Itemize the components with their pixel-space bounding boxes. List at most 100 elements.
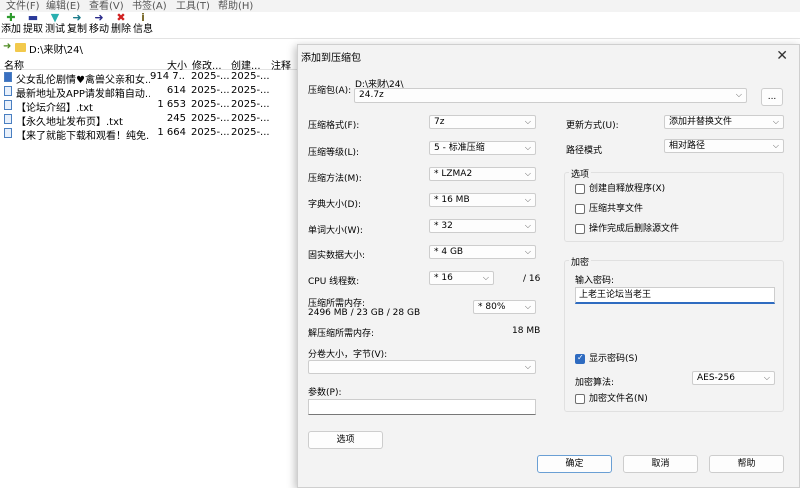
check-icon: ▼ [50, 11, 60, 24]
archive-name-combo[interactable]: 24.7z ⌵ [354, 88, 747, 103]
checkbox-box [575, 394, 585, 404]
chevron-down-icon: ⌵ [524, 195, 531, 204]
options-button[interactable]: 选项 [308, 431, 383, 449]
chevron-down-icon: ⌵ [524, 302, 531, 311]
chevron-down-icon: ⌵ [772, 141, 779, 150]
close-icon[interactable]: ✕ [776, 48, 788, 64]
method-select[interactable]: * LZMA2 ⌵ [429, 167, 536, 181]
create-sfx-label: 创建自释放程序(X) [589, 184, 666, 194]
parameters-input[interactable] [308, 399, 536, 415]
dictionary-size-select[interactable]: * 16 MB ⌵ [429, 193, 536, 207]
encryption-method-label: 加密算法: [575, 378, 615, 388]
memory-compress-value: 2496 MB / 23 GB / 28 GB [308, 308, 421, 318]
path-mode-select[interactable]: 相对路径 ⌵ [664, 139, 784, 153]
file-row[interactable]: 【永久地址发布页】.txt 245 2025-... 2025-... [0, 112, 300, 128]
memory-percent-select[interactable]: * 80% ⌵ [473, 300, 536, 314]
chevron-down-icon: ⌵ [735, 90, 742, 99]
delete-icon: ✖ [116, 11, 126, 24]
up-arrow-icon[interactable]: ➜ [3, 41, 11, 52]
chevron-down-icon: ⌵ [524, 362, 531, 371]
text-file-icon [4, 86, 12, 96]
encryption-method-select[interactable]: AES-256 ⌵ [692, 371, 775, 385]
password-input[interactable]: 上老王论坛当老王 [575, 287, 775, 304]
path-mode-value: 相对路径 [669, 141, 706, 151]
options-group-title: 选项 [569, 167, 592, 180]
file-size: 614 [166, 85, 186, 96]
text-file-icon [4, 114, 12, 124]
solid-block-value: * 4 GB [434, 247, 464, 257]
browse-button[interactable]: ... [761, 88, 783, 106]
ok-button[interactable]: 确定 [537, 455, 612, 473]
menu-help[interactable]: 帮助(H) [218, 0, 253, 12]
checkbox-box [575, 184, 585, 194]
level-value: 5 - 标准压缩 [434, 143, 485, 153]
split-volume-label: 分卷大小，字节(V): [308, 350, 388, 360]
word-size-label: 单词大小(W): [308, 226, 363, 236]
info-button[interactable]: i 信息 [132, 12, 154, 38]
file-created: 2025-... [231, 113, 270, 124]
level-label: 压缩等级(L): [308, 148, 360, 158]
file-row[interactable]: 【来了就能下载和观看！纯免... 1 664 2025-... 2025-... [0, 126, 300, 142]
file-modified: 2025-... [191, 71, 230, 82]
file-modified: 2025-... [191, 85, 230, 96]
move-arrow-icon: ➜ [94, 11, 104, 24]
checkbox-box [575, 224, 585, 234]
chevron-down-icon: ⌵ [524, 169, 531, 178]
file-row[interactable]: 最新地址及APP请发邮箱自动... 614 2025-... 2025-... [0, 84, 300, 100]
menu-bookmarks[interactable]: 书签(A) [132, 0, 167, 12]
file-created: 2025-... [231, 127, 270, 138]
text-file-icon [4, 128, 12, 138]
cpu-threads-label: CPU 线程数: [308, 277, 360, 287]
toolbar: ✚ 添加 ▬ 提取 ▼ 测试 ➜ 复制 ➜ 移动 ✖ 删除 i 信息 [0, 12, 800, 38]
info-icon: i [141, 11, 145, 24]
encryption-group-title: 加密 [569, 255, 592, 268]
file-created: 2025-... [231, 85, 270, 96]
solid-block-select[interactable]: * 4 GB ⌵ [429, 245, 536, 259]
show-password-label: 显示密码(S) [589, 354, 638, 364]
cancel-button[interactable]: 取消 [623, 455, 698, 473]
format-label: 压缩格式(F): [308, 121, 360, 131]
file-created: 2025-... [231, 99, 270, 110]
encrypt-names-label: 加密文件名(N) [589, 394, 648, 404]
text-file-icon [4, 100, 12, 110]
delete-after-label: 操作完成后删除源文件 [589, 224, 680, 234]
address-path[interactable]: D:\来财\24\ [29, 41, 83, 56]
solid-block-label: 固实数据大小: [308, 251, 366, 261]
update-mode-label: 更新方式(U): [566, 121, 619, 131]
chevron-down-icon: ⌵ [772, 117, 779, 126]
file-modified: 2025-... [191, 127, 230, 138]
info-label: 信息 [133, 24, 153, 35]
dialog-title: 添加到压缩包 [301, 53, 361, 64]
word-size-select[interactable]: * 32 ⌵ [429, 219, 536, 233]
method-label: 压缩方法(M): [308, 174, 362, 184]
file-size: 1 653 [157, 99, 186, 110]
chevron-down-icon: ⌵ [524, 143, 531, 152]
memory-decompress-label: 解压缩所需内存: [308, 329, 375, 339]
compress-shared-label: 压缩共享文件 [589, 204, 644, 214]
checkbox-box [575, 353, 585, 364]
cpu-threads-total: / 16 [523, 274, 541, 284]
format-select[interactable]: 7z ⌵ [429, 115, 536, 129]
file-row[interactable]: 【论坛介绍】.txt 1 653 2025-... 2025-... [0, 98, 300, 114]
file-size: 1 664 [157, 127, 186, 138]
file-size: 914 7... [150, 71, 186, 82]
method-value: * LZMA2 [434, 169, 473, 179]
app-file-icon [4, 72, 12, 82]
level-select[interactable]: 5 - 标准压缩 ⌵ [429, 141, 536, 155]
format-value: 7z [434, 117, 445, 127]
chevron-down-icon: ⌵ [763, 373, 770, 382]
help-button[interactable]: 帮助 [709, 455, 784, 473]
dictionary-size-value: * 16 MB [434, 195, 470, 205]
copy-arrow-icon: ➜ [72, 11, 82, 24]
menu-tools[interactable]: 工具(T) [176, 0, 210, 12]
word-size-value: * 32 [434, 221, 453, 231]
file-row[interactable]: 父女乱伦剧情♥禽兽父亲和女... 914 7... 2025-... 2025-… [0, 70, 300, 86]
parameters-label: 参数(P): [308, 388, 342, 398]
cpu-threads-select[interactable]: * 16 ⌵ [429, 271, 494, 285]
cpu-threads-value: * 16 [434, 273, 453, 283]
split-volume-combo[interactable]: ⌵ [308, 360, 536, 374]
archive-name-value: 24.7z [359, 90, 384, 100]
update-mode-select[interactable]: 添加并替换文件 ⌵ [664, 115, 784, 129]
chevron-down-icon: ⌵ [524, 247, 531, 256]
add-to-archive-dialog: 添加到压缩包 ✕ 压缩包(A): D:\来财\24\ 24.7z ⌵ ... 压… [297, 44, 800, 488]
